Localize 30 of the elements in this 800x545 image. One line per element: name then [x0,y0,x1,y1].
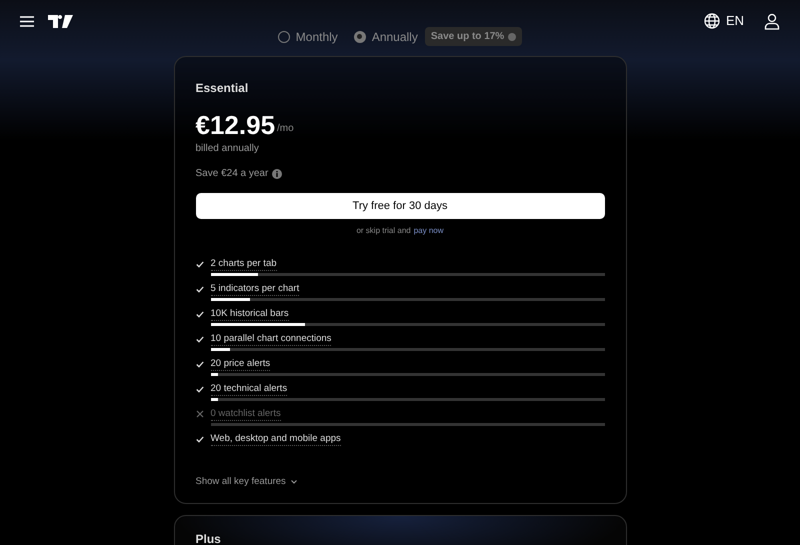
plan-name: Essential [196,80,250,97]
feature-label: 20 technical alerts [210,382,288,396]
radio-button[interactable] [278,30,290,42]
user-icon[interactable] [764,12,780,30]
feature-label: 10 parallel chart connections [210,332,332,346]
info-icon[interactable] [272,168,282,178]
feature-label: 20 price alerts [210,357,270,371]
feature-label: 0 watchlist alerts [210,407,281,421]
billing-option-label[interactable]: Annually [372,28,418,46]
price: €12.95 [196,111,276,139]
chevron-down-icon [290,480,297,484]
savings-text: Save €24 a year [196,167,268,181]
savings-badge: Save up to 17% [424,27,522,46]
feature-label: 2 charts per tab [210,257,277,271]
skip-trial-text: or skip trial and [356,225,411,237]
feature-label: 10K historical bars [210,307,289,321]
billing-option-label[interactable]: Monthly [296,28,338,46]
billing-note: billed annually [196,142,260,156]
language-label[interactable]: EN [726,11,744,31]
feature-label: 5 indicators per chart [210,282,300,296]
logo-icon[interactable] [48,14,73,28]
menu-icon[interactable] [20,16,34,26]
price-period: /mo [277,122,294,136]
globe-icon[interactable] [704,13,720,29]
radio-button[interactable] [354,30,366,42]
pay-now-link[interactable]: pay now [414,225,444,237]
trial-button[interactable]: Try free for 30 days [196,193,604,219]
feature-label: Web, desktop and mobile apps [210,432,341,446]
plan-name: Plus [196,533,222,545]
show-features-button[interactable]: Show all key features [196,475,297,490]
